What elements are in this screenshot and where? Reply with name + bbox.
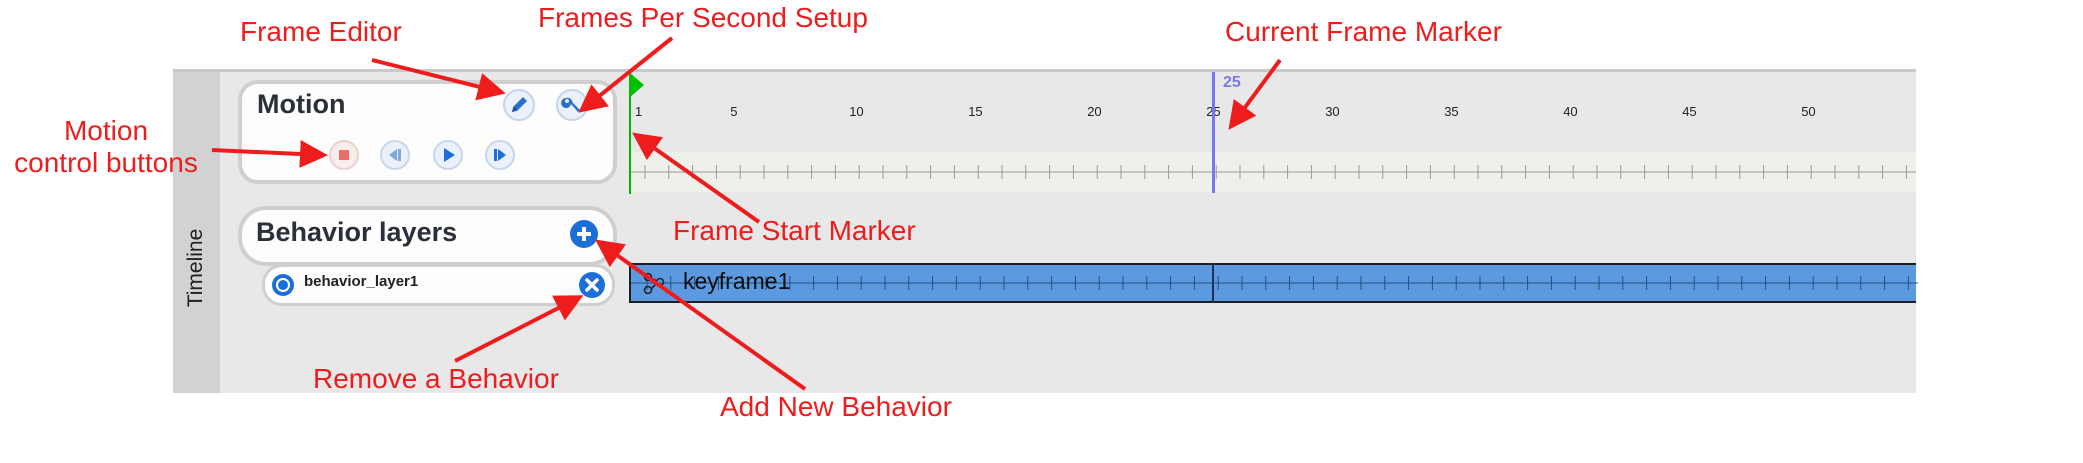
annotation-add-behavior: Add New Behavior [720, 391, 952, 422]
annotation-motion-buttons: Motion control buttons [0, 115, 212, 179]
annotation-remove-behavior: Remove a Behavior [313, 363, 559, 394]
annotation-current-frame-marker: Current Frame Marker [1225, 16, 1502, 47]
arrow-current-frame [1228, 58, 1282, 130]
annotation-frame-editor: Frame Editor [240, 16, 402, 47]
annotation-motion-buttons-line1: Motion [63, 115, 149, 146]
arrow-motion-buttons [211, 140, 328, 168]
arrow-remove-behavior [454, 295, 584, 363]
arrow-frame-start [632, 132, 761, 224]
annotation-frame-start-marker: Frame Start Marker [673, 215, 916, 246]
arrow-add-behavior [595, 239, 807, 391]
arrow-frame-editor [371, 58, 506, 101]
annotation-fps-setup: Frames Per Second Setup [538, 2, 868, 33]
annotation-motion-buttons-line2: control buttons [14, 147, 198, 179]
arrow-fps-setup [578, 36, 674, 113]
